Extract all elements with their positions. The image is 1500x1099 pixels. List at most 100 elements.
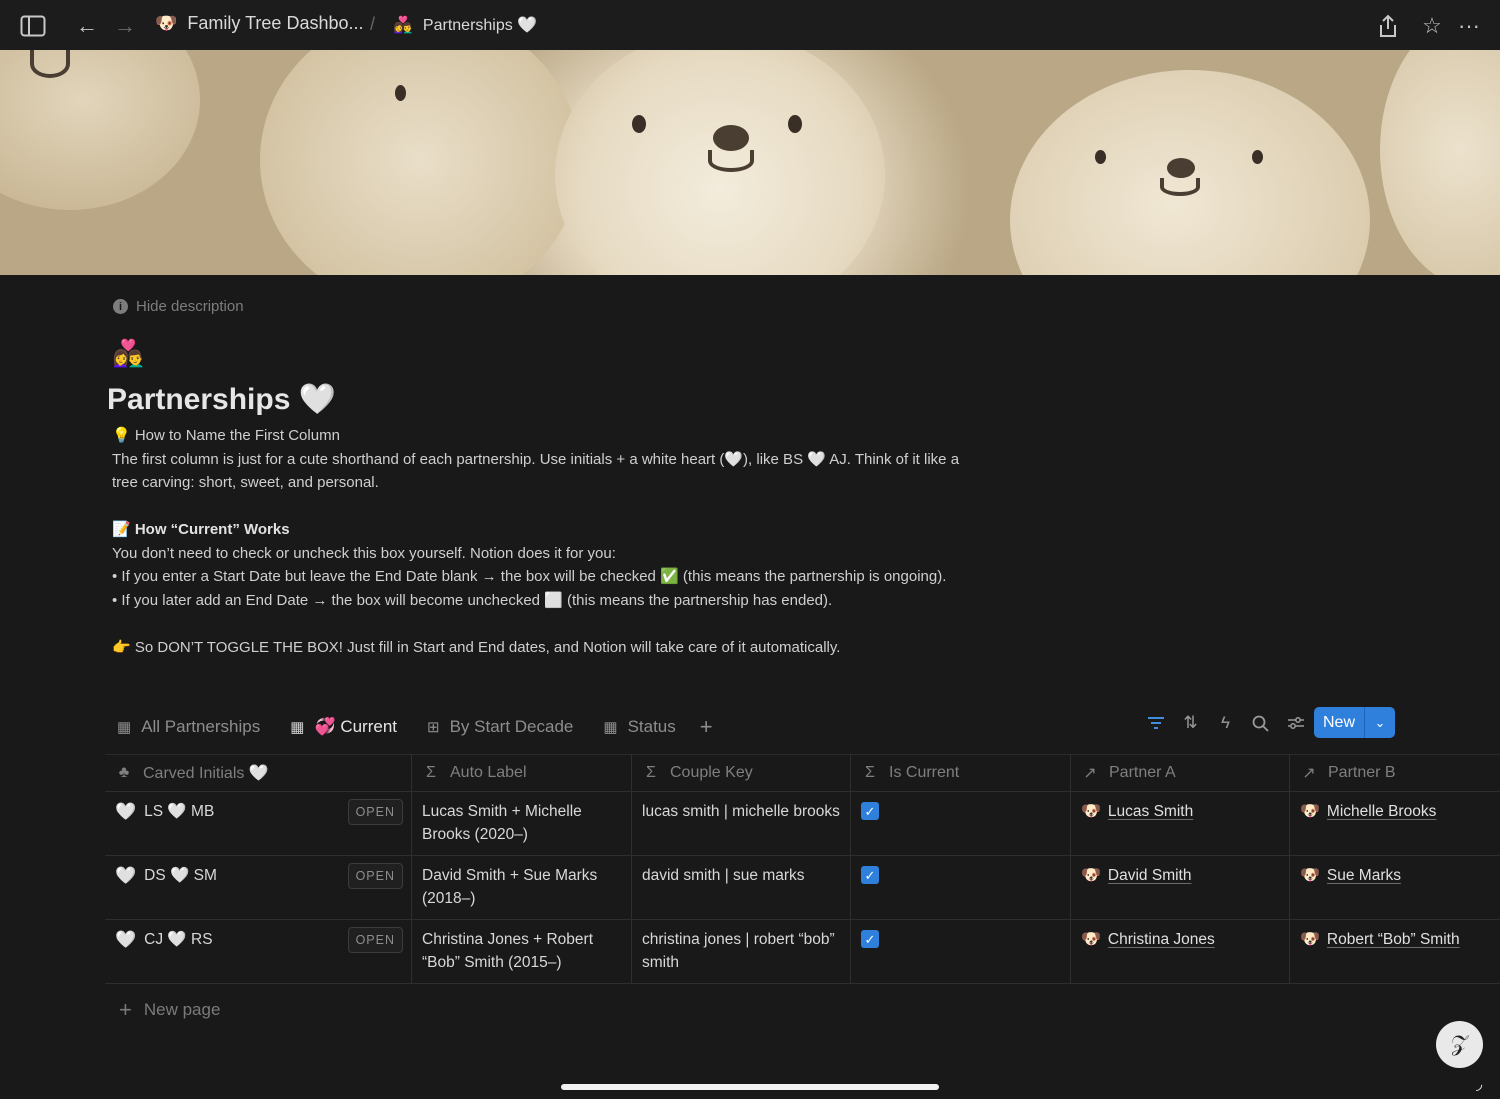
column-header-partner-b[interactable]: ↗ Partner B — [1290, 755, 1500, 791]
open-button[interactable]: OPEN — [347, 927, 403, 953]
dog-icon: 🐶 — [1081, 931, 1101, 948]
description-line: The first column is just for a cute shor… — [112, 450, 960, 492]
couple-icon: 👩‍❤️‍👨 — [393, 17, 413, 34]
description-heading: 📝 How “Current” Works — [112, 521, 290, 538]
search-icon[interactable] — [1243, 710, 1278, 736]
partner-link[interactable]: Michelle Brooks — [1327, 800, 1436, 823]
settings-sliders-icon[interactable] — [1278, 710, 1313, 736]
bear-eye — [395, 85, 406, 101]
auto-label-cell[interactable]: Christina Jones + Robert “Bob” Smith (20… — [412, 920, 632, 983]
bear-eye — [788, 115, 802, 133]
add-view-button[interactable]: + — [700, 714, 713, 740]
board-icon: ⊞ — [427, 719, 440, 736]
auto-label-cell[interactable]: Lucas Smith + Michelle Brooks (2020–) — [412, 792, 632, 855]
description-line: 💡 How to Name the First Column — [112, 427, 340, 444]
partner-link[interactable]: David Smith — [1108, 864, 1192, 887]
plush-bear — [260, 50, 580, 275]
partner-a-cell[interactable]: 🐶 Lucas Smith — [1071, 792, 1290, 855]
open-button[interactable]: OPEN — [347, 799, 403, 825]
bear-mouth — [708, 150, 754, 172]
new-button[interactable]: New ⌄ — [1314, 707, 1395, 738]
couple-key-cell[interactable]: lucas smith | michelle brooks — [632, 792, 851, 855]
table-row[interactable]: 🤍 CJ 🤍 RS OPEN Christina Jones + Robert … — [105, 920, 1500, 984]
description-line: • If you later add an End Date → the box… — [112, 591, 833, 609]
is-current-cell[interactable]: ✓ — [851, 856, 1071, 919]
row-title[interactable]: CJ 🤍 RS — [144, 928, 212, 951]
tab-label: By Start Decade — [449, 717, 574, 736]
row-title[interactable]: DS 🤍 SM — [144, 864, 217, 887]
filter-icon[interactable] — [1138, 710, 1173, 736]
plush-bear — [0, 50, 200, 210]
tab-label: Status — [627, 717, 676, 736]
column-header-couple-key[interactable]: Σ Couple Key — [632, 755, 851, 791]
sidebar-toggle-icon[interactable] — [20, 13, 46, 39]
partner-link[interactable]: Sue Marks — [1327, 864, 1401, 887]
partner-a-cell[interactable]: 🐶 Christina Jones — [1071, 920, 1290, 983]
partner-link[interactable]: Lucas Smith — [1108, 800, 1193, 823]
description-line — [112, 495, 962, 519]
bear-mouth — [30, 50, 70, 78]
formula-sigma-icon: Σ — [646, 764, 656, 781]
partner-link[interactable]: Robert “Bob” Smith — [1327, 928, 1460, 951]
back-arrow-icon[interactable]: ← — [74, 13, 100, 39]
dog-icon: 🐶 — [1300, 803, 1320, 820]
is-current-cell[interactable]: ✓ — [851, 920, 1071, 983]
share-icon[interactable] — [1375, 13, 1401, 39]
formula-sigma-icon: Σ — [865, 764, 875, 781]
formula-sigma-icon: Σ — [426, 764, 436, 781]
is-current-cell[interactable]: ✓ — [851, 792, 1071, 855]
column-header-is-current[interactable]: Σ Is Current — [851, 755, 1071, 791]
bear-eye — [1095, 150, 1106, 164]
tab-by-start-decade[interactable]: ⊞ By Start Decade — [427, 717, 573, 737]
table-row[interactable]: 🤍 DS 🤍 SM OPEN David Smith + Sue Marks (… — [105, 856, 1500, 920]
table-icon: ▦ — [290, 719, 305, 736]
tab-all-partnerships[interactable]: ▦ All Partnerships — [117, 717, 260, 737]
partner-b-cell[interactable]: 🐶 Sue Marks — [1290, 856, 1500, 919]
new-button-label: New — [1322, 713, 1355, 731]
table-row[interactable]: 🤍 LS 🤍 MB OPEN Lucas Smith + Michelle Br… — [105, 792, 1500, 856]
initials-cell[interactable]: 🤍 LS 🤍 MB OPEN — [105, 792, 412, 855]
breadcrumb-current[interactable]: 👩‍❤️‍👨 Partnerships 🤍 — [393, 15, 537, 35]
initials-cell[interactable]: 🤍 DS 🤍 SM OPEN — [105, 856, 412, 919]
bear-nose — [713, 125, 749, 151]
couple-key-cell[interactable]: david smith | sue marks — [632, 856, 851, 919]
description-line: 👉 So DON’T TOGGLE THE BOX! Just fill in … — [112, 638, 841, 656]
row-title[interactable]: LS 🤍 MB — [144, 800, 214, 823]
column-header-auto-label[interactable]: Σ Auto Label — [412, 755, 632, 791]
breadcrumb-parent[interactable]: 🐶 Family Tree Dashbo... — [155, 13, 363, 34]
sort-icon[interactable]: ⇅ — [1173, 710, 1208, 736]
dog-icon: 🐶 — [1300, 867, 1320, 884]
column-label: Is Current — [889, 764, 960, 781]
initials-cell[interactable]: 🤍 CJ 🤍 RS OPEN — [105, 920, 412, 983]
forward-arrow-icon[interactable]: → — [112, 13, 138, 39]
resize-handle-icon[interactable]: ◞ — [1476, 1074, 1482, 1094]
partnerships-table: ♣ Carved Initials 🤍 Σ Auto Label Σ Coupl… — [105, 754, 1500, 984]
column-label: Couple Key — [670, 764, 753, 781]
dog-icon: 🐶 — [1300, 931, 1320, 948]
column-label: Auto Label — [450, 764, 527, 781]
tab-current[interactable]: ▦ 💞 Current — [290, 717, 397, 737]
tab-status[interactable]: ▦ Status — [603, 717, 675, 737]
partner-a-cell[interactable]: 🐶 David Smith — [1071, 856, 1290, 919]
automation-bolt-icon[interactable]: ϟ — [1208, 710, 1243, 736]
dog-icon: 🐶 — [155, 13, 178, 33]
hide-description-toggle[interactable]: i Hide description — [113, 298, 244, 315]
partner-b-cell[interactable]: 🐶 Michelle Brooks — [1290, 792, 1500, 855]
dog-icon: 🐶 — [1081, 867, 1101, 884]
auto-label-cell[interactable]: David Smith + Sue Marks (2018–) — [412, 856, 632, 919]
tab-label: 💞 Current — [314, 717, 398, 736]
more-icon[interactable]: ··· — [1456, 13, 1482, 39]
chevron-down-icon[interactable]: ⌄ — [1365, 715, 1395, 731]
column-header-partner-a[interactable]: ↗ Partner A — [1071, 755, 1290, 791]
partner-link[interactable]: Christina Jones — [1108, 928, 1215, 951]
page-icon[interactable]: 👩‍❤️‍👨 — [112, 338, 144, 369]
partner-b-cell[interactable]: 🐶 Robert “Bob” Smith — [1290, 920, 1500, 983]
couple-key-cell[interactable]: christina jones | robert “bob” smith — [632, 920, 851, 983]
column-header-carved-initials[interactable]: ♣ Carved Initials 🤍 — [105, 755, 412, 791]
open-button[interactable]: OPEN — [347, 863, 403, 889]
new-page-button[interactable]: + New page — [119, 997, 220, 1023]
star-icon[interactable]: ☆ — [1419, 13, 1445, 39]
checkbox-checked-icon: ✓ — [861, 930, 879, 948]
page-title[interactable]: Partnerships 🤍 — [107, 382, 336, 417]
ai-assistant-button[interactable]: 𝒵 — [1436, 1021, 1483, 1068]
